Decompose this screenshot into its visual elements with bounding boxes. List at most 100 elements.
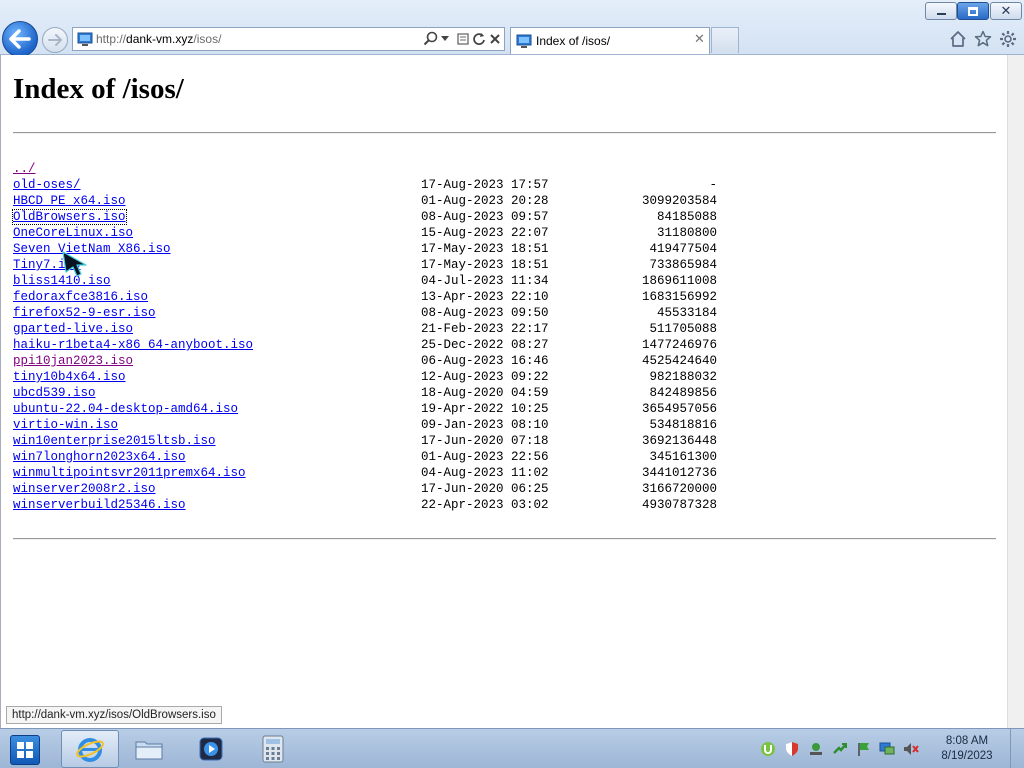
file-size: 1869611008 <box>641 274 717 288</box>
file-link[interactable]: ubuntu-22.04-desktop-amd64.iso <box>13 402 238 416</box>
file-date: 17-May-2023 18:51 <box>421 242 549 256</box>
page-icon <box>77 32 93 46</box>
forward-button[interactable] <box>42 27 68 53</box>
browser-chrome: ✕ http://dank-vm.xyz/isos/ Index of /iso… <box>0 0 1024 57</box>
favorites-star-icon[interactable] <box>973 29 993 49</box>
address-bar[interactable]: http://dank-vm.xyz/isos/ <box>72 27 505 51</box>
file-date: 17-Jun-2020 06:25 <box>421 482 549 496</box>
table-row: winserver2008r2.iso 17-Jun-2020 06:25 3166… <box>13 482 733 498</box>
file-size: 31180800 <box>656 226 717 240</box>
network-share-icon[interactable] <box>808 741 824 757</box>
file-date: 18-Aug-2020 04:59 <box>421 386 549 400</box>
file-size: 733865984 <box>649 258 717 272</box>
file-date: 09-Jan-2023 08:10 <box>421 418 549 432</box>
file-size: 3441012736 <box>641 466 717 480</box>
new-tab-button[interactable] <box>711 27 739 53</box>
file-date: 17-May-2023 18:51 <box>421 258 549 272</box>
close-icon: ✕ <box>1000 3 1012 19</box>
start-button[interactable] <box>10 735 40 765</box>
file-size: 4525424640 <box>641 354 717 368</box>
restore-icon <box>968 6 978 16</box>
file-link[interactable]: tiny10b4x64.iso <box>13 370 126 384</box>
back-button[interactable] <box>2 21 38 57</box>
stop-icon[interactable] <box>488 31 502 47</box>
security-shield-icon[interactable] <box>784 741 800 757</box>
file-link[interactable]: HBCD_PE_x64.iso <box>13 194 126 208</box>
table-row: old-oses/17-Aug-2023 17:57 - <box>13 178 733 194</box>
file-size: 345161300 <box>649 450 717 464</box>
file-date: 22-Apr-2023 03:02 <box>421 498 549 512</box>
file-size: 1683156992 <box>641 290 717 304</box>
refresh-icon[interactable] <box>472 31 486 47</box>
utorrent-icon[interactable] <box>760 741 776 757</box>
action-center-flag-icon[interactable] <box>856 741 872 757</box>
file-link[interactable]: haiku-r1beta4-x86_64-anyboot.iso <box>13 338 253 352</box>
taskbar-file-explorer[interactable] <box>120 730 178 768</box>
file-link[interactable]: ppi10jan2023.iso <box>13 354 133 368</box>
bottom-divider <box>13 538 996 540</box>
table-row: tiny10b4x64.iso 12-Aug-2023 09:22 98218803… <box>13 370 733 386</box>
file-date: 01-Aug-2023 20:28 <box>421 194 549 208</box>
restore-button[interactable] <box>957 2 989 20</box>
close-window-button[interactable]: ✕ <box>990 2 1022 20</box>
clock-time: 8:08 AM <box>945 735 989 747</box>
file-link[interactable]: winserver2008r2.iso <box>13 482 156 496</box>
file-link[interactable]: win7longhorn2023x64.iso <box>13 450 186 464</box>
file-size: 3692136448 <box>641 434 717 448</box>
table-row: virtio-win.iso 09-Jan-2023 08:10 534818816 <box>13 418 733 434</box>
file-date: 01-Aug-2023 22:56 <box>421 450 549 464</box>
file-link[interactable]: firefox52-9-esr.iso <box>13 306 156 320</box>
file-link[interactable]: virtio-win.iso <box>13 418 118 432</box>
taskbar-internet-explorer[interactable] <box>61 730 119 768</box>
file-size: 3654957056 <box>641 402 717 416</box>
forward-arrow-icon <box>48 34 62 46</box>
file-link[interactable]: winmultipointsvr2011premx64.iso <box>13 466 246 480</box>
table-row: win7longhorn2023x64.iso 01-Aug-2023 22:56… <box>13 450 733 466</box>
file-date: 06-Aug-2023 16:46 <box>421 354 549 368</box>
file-explorer-icon <box>135 741 163 760</box>
file-link[interactable]: old-oses/ <box>13 178 81 192</box>
file-size: 419477504 <box>649 242 717 256</box>
volume-muted-icon[interactable] <box>903 741 919 757</box>
dropdown-icon[interactable] <box>441 36 449 42</box>
parent-directory-link[interactable]: ../ <box>13 162 36 176</box>
taskbar-calculator[interactable] <box>244 730 302 768</box>
tab-close-icon[interactable]: ✕ <box>694 32 705 47</box>
tab-isos[interactable]: Index of /isos/ ✕ <box>510 27 710 54</box>
home-icon[interactable] <box>948 29 968 49</box>
file-link[interactable]: ubcd539.iso <box>13 386 96 400</box>
table-row: HBCD_PE_x64.iso 01-Aug-2023 20:28 30992035… <box>13 194 733 210</box>
file-link[interactable]: OldBrowsers.iso <box>12 209 127 225</box>
calculator-icon <box>262 735 284 763</box>
file-size: - <box>709 178 717 192</box>
status-url-tooltip: http://dank-vm.xyz/isos/OldBrowsers.iso <box>6 706 222 724</box>
file-link[interactable]: fedoraxfce3816.iso <box>13 290 148 304</box>
table-row: ppi10jan2023.iso 06-Aug-2023 16:46 4525424… <box>13 354 733 370</box>
sync-arrows-icon[interactable] <box>832 741 848 757</box>
compatibility-view-icon[interactable] <box>456 31 470 47</box>
minimize-button[interactable] <box>925 2 957 20</box>
table-row: ubcd539.iso 18-Aug-2020 04:59 842489856 <box>13 386 733 402</box>
file-size: 4930787328 <box>641 498 717 512</box>
vertical-scrollbar[interactable] <box>1007 55 1024 728</box>
taskbar-media-player[interactable] <box>182 730 240 768</box>
system-clock[interactable]: 8:08 AM 8/19/2023 <box>935 734 999 764</box>
file-size: 982188032 <box>649 370 717 384</box>
tools-gear-icon[interactable] <box>998 29 1018 49</box>
file-date: 08-Aug-2023 09:57 <box>421 210 549 224</box>
table-row: win10enterprise2015ltsb.iso 17-Jun-2020 0… <box>13 434 733 450</box>
network-icon[interactable] <box>879 741 895 757</box>
page-title: Index of /isos/ <box>13 73 184 105</box>
table-row: firefox52-9-esr.iso 08-Aug-2023 09:50 4553… <box>13 306 733 322</box>
show-desktop-button[interactable] <box>1010 729 1024 768</box>
file-size: 842489856 <box>649 386 717 400</box>
file-link[interactable]: win10enterprise2015ltsb.iso <box>13 434 216 448</box>
file-date: 25-Dec-2022 08:27 <box>421 338 549 352</box>
url-text[interactable]: http://dank-vm.xyz/isos/ <box>96 32 221 46</box>
file-link[interactable]: gparted-live.iso <box>13 322 133 336</box>
search-icon[interactable] <box>423 31 439 47</box>
url-domain: dank-vm.xyz <box>126 32 194 46</box>
file-link[interactable]: winserverbuild25346.iso <box>13 498 186 512</box>
file-date: 17-Jun-2020 07:18 <box>421 434 549 448</box>
file-link[interactable]: OneCoreLinux.iso <box>13 226 133 240</box>
